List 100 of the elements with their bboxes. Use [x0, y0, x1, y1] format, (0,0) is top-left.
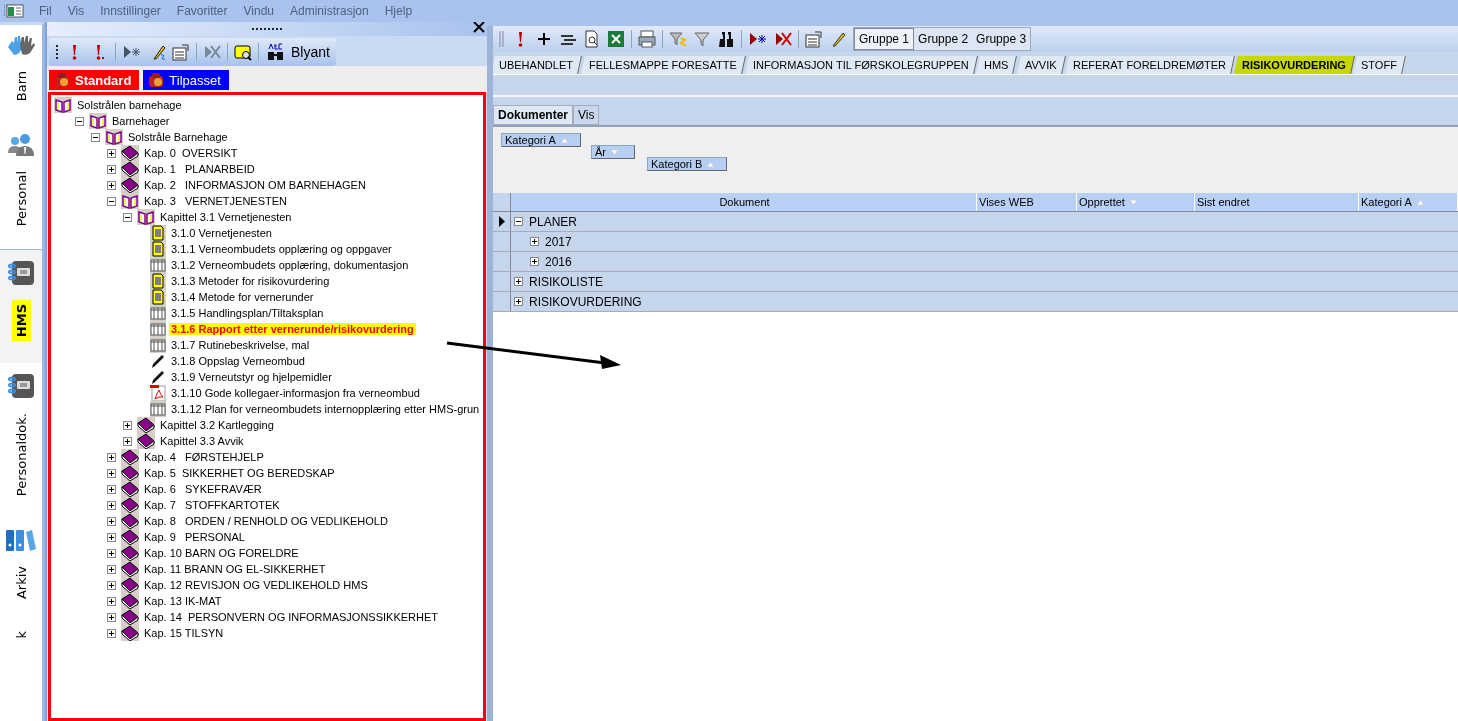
tree-item[interactable]: Solstrålen barnehage [75, 99, 184, 111]
spellcheck-button[interactable]: Blyant [265, 43, 330, 61]
expand-icon[interactable] [107, 532, 116, 542]
tree-item[interactable]: 3.1.5 Handlingsplan/Tiltaksplan [169, 307, 326, 319]
tab[interactable]: Tilpasset [143, 70, 229, 90]
nav-item[interactable]: Barn [0, 25, 42, 124]
folder-tab[interactable]: AVVIK [1017, 56, 1066, 74]
tree-item[interactable]: Kap. 12 REVISJON OG VEDLIKEHOLD HMS [142, 579, 370, 591]
view-tab[interactable]: Dokumenter [493, 105, 573, 125]
tree-item[interactable]: Kap. 11 BRANN OG EL-SIKKERHET [142, 563, 328, 575]
tree-item[interactable]: Kap. 6 SYKEFRAVÆR [142, 483, 264, 495]
collapse-icon[interactable] [107, 196, 116, 206]
printer-icon[interactable] [638, 30, 656, 48]
filter-icon[interactable] [693, 30, 711, 48]
folder-tab[interactable]: UBEHANDLET [493, 56, 582, 74]
group-row-label[interactable]: RISIKOVURDERING [529, 294, 642, 309]
group-row-label[interactable]: PLANER [529, 214, 578, 229]
nav-label[interactable]: Barn [13, 71, 29, 102]
group-row-label[interactable]: RISIKOLISTE [529, 274, 604, 289]
tree-item[interactable]: 3.1.9 Verneutstyr og hjelpemidler [169, 371, 334, 383]
expand-icon[interactable] [107, 580, 116, 590]
grip-icon[interactable] [497, 30, 505, 48]
tree-item[interactable]: 3.1.0 Vernetjenesten [169, 227, 274, 239]
pencil-icon[interactable] [829, 30, 847, 48]
column-header[interactable]: Dokument [511, 193, 977, 211]
expand-icon[interactable] [514, 277, 523, 286]
grip-icon[interactable] [55, 43, 59, 61]
tree-item[interactable]: Kapittel 3.3 Avvik [158, 435, 246, 447]
tree-item[interactable]: Kap. 8 ORDEN / RENHOLD OG VEDLIKEHOLD [142, 515, 390, 527]
app-icon[interactable] [4, 4, 24, 18]
expand-icon[interactable] [107, 564, 116, 574]
expand-icon[interactable] [107, 468, 116, 478]
grip-icon[interactable] [252, 27, 282, 31]
database-search-icon[interactable] [234, 43, 252, 61]
nav-item[interactable]: Personaldok. [0, 362, 42, 518]
tree-item[interactable]: Kap. 13 IK-MAT [142, 595, 224, 607]
expand-icon[interactable] [107, 612, 116, 622]
tree-item[interactable]: Kap. 14 PERSONVERN OG INFORMASJONSSIKKERHET [142, 611, 440, 623]
nav-item[interactable]: k [0, 620, 42, 661]
play-star-icon[interactable] [122, 43, 142, 61]
collapse-icon[interactable] [91, 132, 100, 142]
tree-item[interactable]: Kap. 10 BARN OG FORELDRE [142, 547, 301, 559]
filter-lightning-icon[interactable] [669, 30, 687, 48]
expand-icon[interactable] [107, 500, 116, 510]
tree-item[interactable]: Kap. 4 FØRSTEHJELP [142, 451, 266, 463]
nav-item[interactable]: Personal [0, 123, 42, 249]
tree-item[interactable]: 3.1.4 Metode for vernerunder [169, 291, 316, 303]
expand-icon[interactable] [123, 436, 132, 446]
tree-item[interactable]: 3.1.8 Oppslag Verneombud [169, 355, 307, 367]
expand-icon[interactable] [123, 420, 132, 430]
spreadsheet-icon[interactable] [607, 30, 625, 48]
expand-icon[interactable] [107, 516, 116, 526]
group-by-field[interactable]: Kategori B [647, 157, 727, 171]
tree-item[interactable]: 3.1.2 Verneombudets opplæring, dokumentasjon [169, 259, 411, 271]
view-tab[interactable]: Vis [573, 105, 600, 125]
tree-item[interactable]: Kap. 7 STOFFKARTOTEK [142, 499, 282, 511]
folder-tab[interactable]: STOFF [1353, 56, 1407, 74]
tree-item[interactable]: 3.1.10 Gode kollegaer-informasjon fra verneombud [169, 387, 422, 399]
tree-item[interactable]: 3.1.12 Plan for verneombudets internopplæring etter HMS-grun [169, 403, 482, 415]
print-preview-icon[interactable] [583, 30, 601, 48]
tree-item[interactable]: 3.1.1 Verneombudets opplæring og oppgaver [169, 243, 394, 255]
column-header[interactable]: Vises WEB [977, 193, 1077, 211]
properties-icon[interactable] [172, 43, 190, 61]
expand-icon[interactable] [530, 257, 539, 266]
nav-label[interactable]: HMS [11, 299, 31, 341]
folder-tab[interactable]: FELLESMAPPE FORESATTE [581, 56, 746, 74]
collapse-icon[interactable] [123, 212, 132, 222]
folder-tab[interactable]: HMS [976, 56, 1018, 74]
expand-icon[interactable] [107, 484, 116, 494]
folder-tab[interactable]: REFERAT FORELDREMØTER [1064, 56, 1235, 74]
expand-icon[interactable] [107, 596, 116, 606]
expand-icon[interactable] [107, 452, 116, 462]
collapse-icon[interactable] [75, 116, 84, 126]
column-header[interactable]: Sist endret [1195, 193, 1359, 211]
tree-item[interactable]: 3.1.7 Rutinebeskrivelse, mal [169, 339, 312, 351]
group-row-label[interactable]: 2017 [545, 234, 572, 249]
expand-icon[interactable] [514, 297, 523, 306]
tree-item[interactable]: Kap. 1 PLANARBEID [142, 163, 257, 175]
expand-icon[interactable] [107, 548, 116, 558]
expand-icon[interactable] [107, 164, 116, 174]
tree-item[interactable]: Kapittel 3.1 Vernetjenesten [158, 211, 294, 223]
nav-label[interactable]: Personaldok. [13, 412, 29, 496]
tree-item[interactable]: Kap. 9 PERSONAL [142, 531, 247, 543]
group-row-label[interactable]: 2016 [545, 254, 572, 269]
column-header[interactable]: Kategori A [1359, 193, 1458, 211]
folder-tab[interactable]: INFORMASJON TIL FØRSKOLEGRUPPEN [744, 56, 978, 74]
nav-label[interactable]: Personal [13, 171, 29, 227]
binoculars-icon[interactable] [717, 30, 735, 48]
expand-icon[interactable] [107, 628, 116, 638]
expand-icon[interactable] [107, 148, 116, 158]
group-button[interactable]: Gruppe 2 [914, 28, 973, 50]
tree-item[interactable]: Kap. 3 VERNETJENESTEN [142, 195, 290, 207]
group-button[interactable]: Gruppe 3 [972, 28, 1031, 50]
collapse-icon[interactable] [514, 217, 523, 226]
expand-icon[interactable] [530, 237, 539, 246]
nav-item-selected[interactable]: HMS [0, 248, 42, 363]
group-by-field[interactable]: Kategori A [501, 133, 581, 147]
group-button[interactable]: Gruppe 1 [854, 28, 915, 50]
group-by-field[interactable]: År [591, 145, 635, 159]
close-icon[interactable] [473, 22, 485, 33]
